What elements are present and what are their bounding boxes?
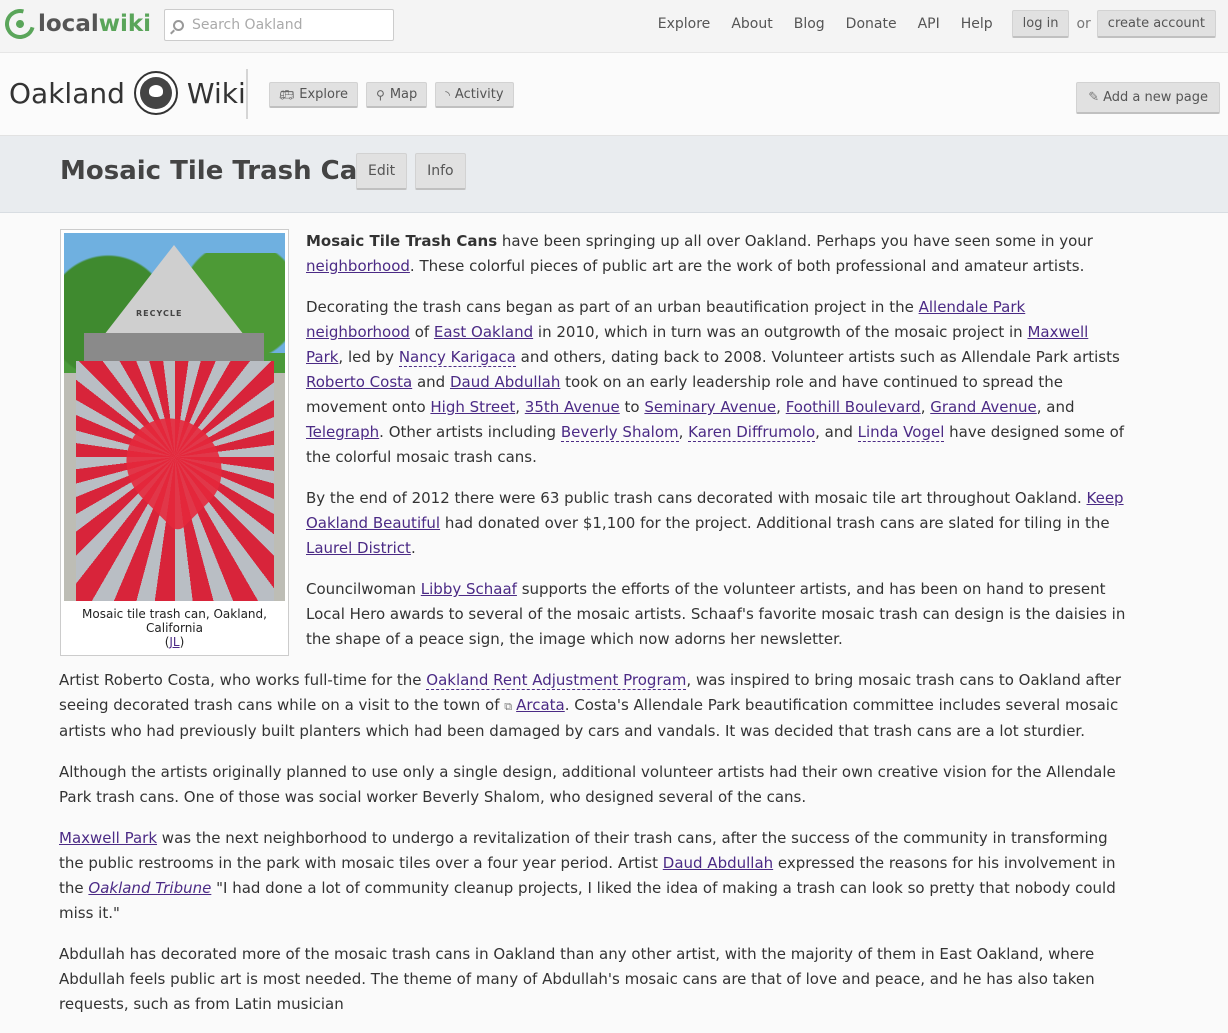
link-foothill-boulevard[interactable]: Foothill Boulevard	[786, 398, 921, 416]
site-name-right: Wiki	[186, 76, 246, 110]
link-karen-diffrumolo[interactable]: Karen Diffrumolo	[688, 423, 816, 442]
link-telegraph[interactable]: Telegraph	[306, 423, 379, 441]
article-figure: RECYCLE Mosaic tile trash can, Oakland, …	[60, 229, 289, 656]
page-tabs: Edit Info	[356, 153, 474, 190]
link-neighborhood[interactable]: neighborhood	[306, 257, 410, 275]
link-rent-adjustment-program[interactable]: Oakland Rent Adjustment Program	[426, 671, 687, 690]
paragraph-6: Although the artists originally planned …	[59, 763, 1116, 806]
or-text: or	[1076, 16, 1091, 32]
oakland-seal-icon	[133, 71, 178, 115]
article-content: RECYCLE Mosaic tile trash can, Oakland, …	[59, 229, 1127, 1033]
page-title: Mosaic Tile Trash Cans	[60, 156, 392, 186]
search-icon	[173, 19, 184, 31]
site-name-left: Oakland	[9, 76, 125, 110]
external-link-icon: ⧉	[504, 700, 513, 713]
link-oakland-tribune[interactable]: Oakland Tribune	[88, 879, 211, 897]
link-35th-avenue[interactable]: 35th Avenue	[525, 398, 620, 416]
link-neighborhood-2[interactable]: neighborhood	[306, 323, 410, 341]
top-nav: Explore About Blog Donate API Help log i…	[637, 10, 1216, 38]
link-high-street[interactable]: High Street	[430, 398, 515, 416]
link-daud-abdullah[interactable]: Daud Abdullah	[450, 373, 560, 391]
link-arcata[interactable]: Arcata	[516, 696, 565, 714]
trash-can-photo[interactable]: RECYCLE	[64, 233, 285, 601]
figure-credit-link[interactable]: JL	[169, 635, 179, 649]
photo-lid-text: RECYCLE	[136, 309, 183, 318]
link-laurel-district[interactable]: Laurel District	[306, 539, 411, 557]
pencil-icon: ✎	[1088, 90, 1100, 105]
nav-blog[interactable]: Blog	[794, 16, 825, 32]
top-bar: localwiki Explore About Blog Donate API …	[0, 0, 1228, 53]
nav-api[interactable]: API	[918, 16, 940, 32]
search-box	[164, 9, 394, 41]
title-band: Mosaic Tile Trash Cans Edit Info	[0, 136, 1228, 213]
add-page-button[interactable]: ✎ Add a new page	[1076, 82, 1220, 114]
site-tabs: 🚌︎ Explore ⚲ Map ◝ Activity	[269, 82, 522, 108]
info-button[interactable]: Info	[415, 153, 466, 190]
link-east-oakland[interactable]: East Oakland	[434, 323, 533, 341]
link-beverly-shalom[interactable]: Beverly Shalom	[560, 423, 679, 442]
site-header: Oakland Wiki 🚌︎ Explore ⚲ Map ◝ Activity ✎ A…	[0, 53, 1228, 136]
tab-explore[interactable]: 🚌︎ Explore	[269, 82, 359, 108]
edit-button[interactable]: Edit	[356, 153, 408, 190]
rss-icon: ◝	[445, 87, 450, 102]
header-divider	[246, 69, 248, 119]
localwiki-logo[interactable]: localwiki	[0, 3, 152, 45]
create-account-button[interactable]: create account	[1096, 10, 1216, 38]
link-daud-abdullah-2[interactable]: Daud Abdullah	[663, 854, 773, 872]
tab-activity[interactable]: ◝ Activity	[435, 82, 514, 108]
bus-icon: 🚌︎	[279, 87, 295, 102]
nav-about[interactable]: About	[731, 16, 772, 32]
link-grand-avenue[interactable]: Grand Avenue	[930, 398, 1037, 416]
link-linda-vogel[interactable]: Linda Vogel	[857, 423, 945, 442]
logo-text: localwiki	[38, 11, 152, 37]
tab-map[interactable]: ⚲ Map	[366, 82, 428, 108]
figure-caption: Mosaic tile trash can, Oakland, Californ…	[82, 607, 267, 649]
paragraph-5: Artist Roberto Costa, who works full-tim…	[59, 671, 1122, 740]
nav-explore[interactable]: Explore	[658, 16, 711, 32]
map-pin-icon: ⚲	[376, 87, 385, 102]
nav-donate[interactable]: Donate	[846, 16, 897, 32]
link-libby-schaaf[interactable]: Libby Schaaf	[421, 580, 517, 598]
paragraph-7: Maxwell Park was the next neighborhood t…	[59, 829, 1116, 922]
link-nancy-karigaca[interactable]: Nancy Karigaca	[398, 348, 516, 367]
link-seminary-avenue[interactable]: Seminary Avenue	[644, 398, 776, 416]
localwiki-logo-icon	[0, 3, 41, 45]
link-allendale-park[interactable]: Allendale Park	[919, 298, 1026, 316]
paragraph-8: Abdullah has decorated more of the mosai…	[59, 945, 1095, 1013]
site-name[interactable]: Oakland Wiki	[9, 71, 246, 115]
login-button[interactable]: log in	[1011, 10, 1070, 38]
link-maxwell-park-2[interactable]: Maxwell Park	[59, 829, 157, 847]
nav-help[interactable]: Help	[961, 16, 993, 32]
search-input[interactable]	[192, 17, 382, 33]
link-roberto-costa[interactable]: Roberto Costa	[306, 373, 412, 391]
